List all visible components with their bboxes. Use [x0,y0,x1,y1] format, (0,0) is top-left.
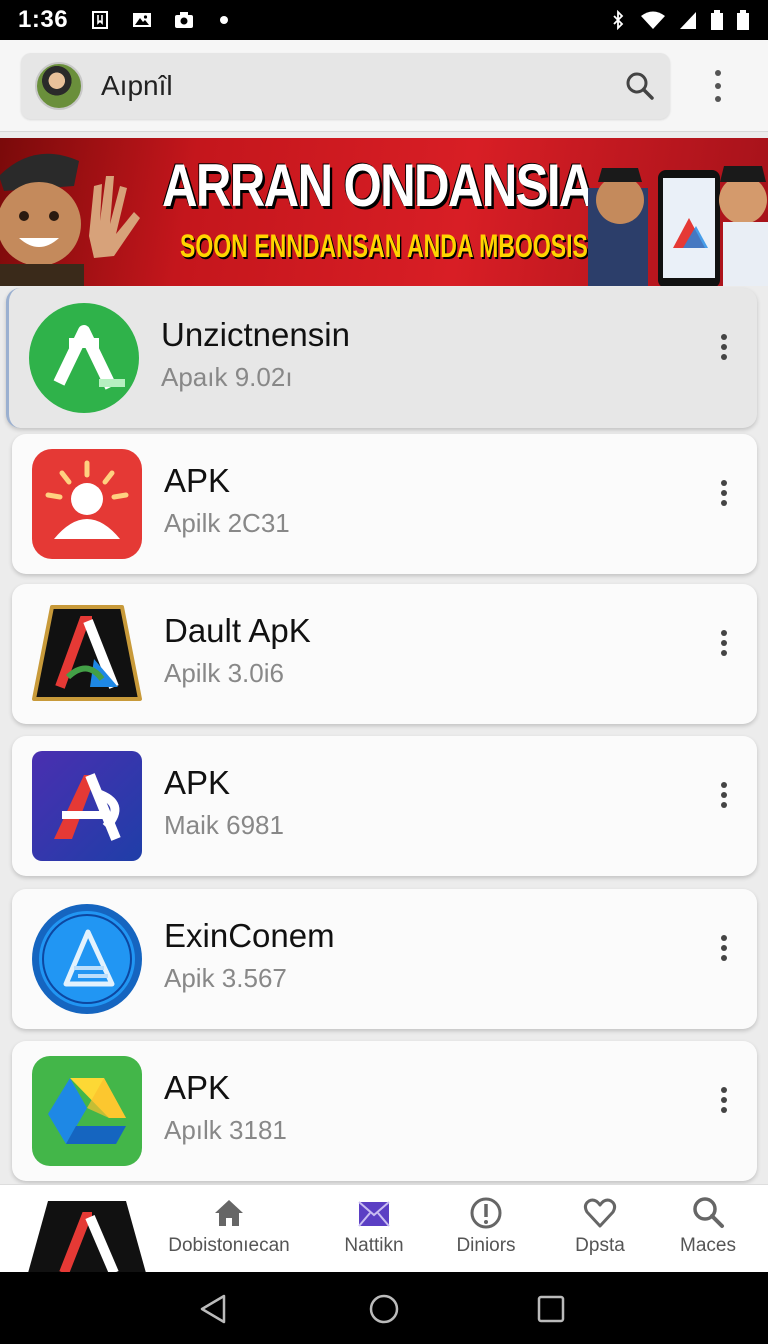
nav-item-info[interactable]: Diniors [444,1195,528,1267]
banner-subtitle: SOON ENNDANSAN ANDA MBOOSIS [180,228,588,264]
search-query-text[interactable]: Aıpnîl [101,70,173,102]
nav-item-home[interactable]: Dobistonıecan [162,1195,296,1267]
nav-item-favorites[interactable]: Dpsta [560,1195,640,1267]
item-overflow-menu-icon[interactable] [719,935,729,961]
nav-item-mail[interactable]: Nattikn [330,1195,418,1267]
signal-icon [680,12,696,29]
red-person-app-icon [32,449,142,559]
item-overflow-menu-icon[interactable] [719,334,729,360]
item-overflow-menu-icon[interactable] [719,782,729,808]
nav-item-search[interactable]: Maces [668,1195,748,1267]
wifi-icon [641,11,665,29]
banner-title: ARRAN ONDANSIA [162,152,594,219]
search-icon [693,1197,724,1228]
bluetooth-icon [613,10,624,30]
recents-icon[interactable] [534,1292,568,1326]
bottom-navigation-bar: Dobistonıecan Nattikn Diniors Dpsta Mace… [0,1184,768,1273]
app-version: Maik 6981 [164,810,284,840]
purple-a-app-icon [32,751,142,861]
battery-secondary-icon [737,10,749,30]
status-system-icons [608,10,750,30]
bookmark-notification-icon [92,11,109,29]
blue-circle-app-icon [32,904,142,1014]
nav-label: Diniors [456,1235,516,1256]
item-overflow-menu-icon[interactable] [719,1087,729,1113]
app-header: Aıpnîl [0,40,768,132]
banner-children-phone-illustration [588,166,768,286]
app-version: Apilk 2C31 [164,508,290,538]
status-bar: 1:36 [0,0,768,40]
app-name: APK [164,462,231,499]
drive-triangle-app-icon [32,1056,142,1166]
home-icon [215,1200,243,1226]
info-icon [470,1197,502,1229]
mail-icon [358,1201,390,1227]
app-version: Apılk 3181 [164,1115,287,1145]
system-navigation-bar [0,1272,768,1344]
app-list-item[interactable]: ExinConem Apik 3.567 [12,889,757,1029]
black-colorful-a-app-icon [32,605,142,701]
app-logo-icon[interactable] [28,1199,146,1273]
nav-label: Dobistonıecan [168,1235,290,1256]
app-list-item[interactable]: Dault ApK Apilk 3.0i6 [12,584,757,724]
search-icon[interactable] [624,70,656,102]
back-icon[interactable] [196,1292,230,1326]
app-name: APK [164,1069,231,1106]
app-name: Dault ApK [164,612,311,649]
app-version: Apaık 9.02ı [161,362,293,392]
heart-icon [583,1198,617,1228]
image-notification-icon [133,13,152,27]
app-list-item[interactable]: Unzictnensin Apaık 9.02ı [6,288,757,428]
app-name: Unzictnensin [161,316,350,353]
app-name: APK [164,764,231,801]
item-overflow-menu-icon[interactable] [719,480,729,506]
app-list-item[interactable]: APK Apılk 3181 [12,1041,757,1181]
status-notification-icons [90,10,236,30]
app-list-item[interactable]: APK Apilk 2C31 [12,434,757,574]
green-triangle-app-icon [29,303,139,413]
app-list-item[interactable]: APK Maik 6981 [12,736,757,876]
app-version: Apik 3.567 [164,963,287,993]
battery-icon [711,10,723,30]
nav-label: Dpsta [575,1235,625,1256]
home-button-icon[interactable] [367,1292,401,1326]
app-name: ExinConem [164,917,335,954]
nav-label: Nattikn [344,1235,404,1256]
item-overflow-menu-icon[interactable] [719,630,729,656]
search-bar[interactable]: Aıpnîl [21,53,670,119]
banner-child-illustration-left [0,153,140,286]
status-time: 1:36 [18,6,69,33]
header-overflow-menu-icon[interactable] [706,70,730,102]
camera-notification-icon [175,12,194,28]
dot-notification-icon [220,16,229,24]
app-version: Apilk 3.0i6 [164,658,284,688]
promo-banner[interactable]: ARRAN ONDANSIA SOON ENNDANSAN ANDA MBOOS… [0,138,768,286]
nav-label: Maces [680,1235,736,1256]
profile-avatar[interactable] [35,62,83,110]
